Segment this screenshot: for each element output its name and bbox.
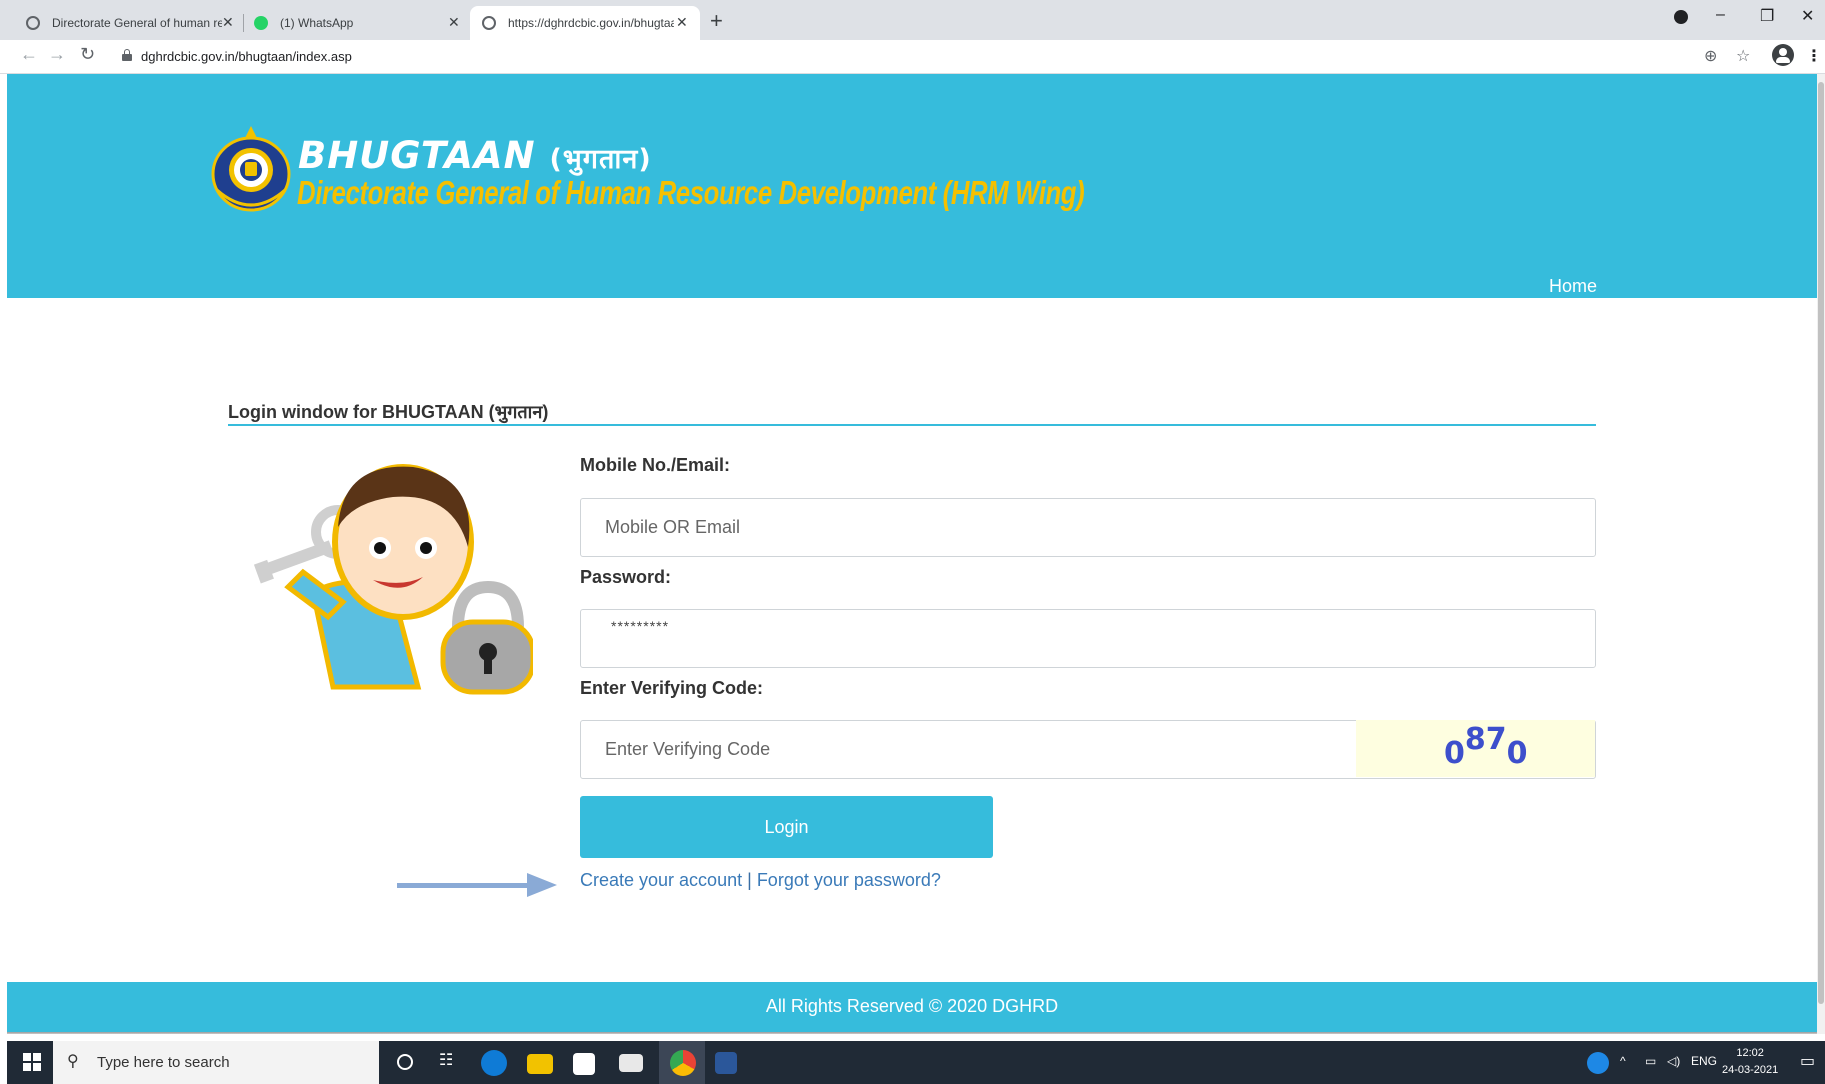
globe-icon xyxy=(26,16,40,30)
profile-icon[interactable] xyxy=(1772,44,1794,66)
globe-icon xyxy=(482,16,496,30)
forward-icon[interactable]: → xyxy=(48,44,66,65)
captcha-digit: 0 xyxy=(1506,736,1528,771)
account-links: Create your account | Forgot your passwo… xyxy=(580,870,941,891)
tab-whatsapp[interactable]: (1) WhatsApp ✕ xyxy=(254,6,464,40)
browser-tab-strip: Directorate General of human re ✕ (1) Wh… xyxy=(0,0,1825,40)
brand-title-text: BHUGTAAN xyxy=(298,134,536,177)
chevron-up-icon[interactable]: ^ xyxy=(1620,1054,1626,1068)
close-icon[interactable]: ✕ xyxy=(676,14,688,31)
brand-subtitle: Directorate General of Human Resource De… xyxy=(297,174,1085,211)
restore-button[interactable]: ❐ xyxy=(1760,6,1774,26)
password-input[interactable] xyxy=(580,609,1596,668)
file-explorer-icon[interactable] xyxy=(527,1054,553,1074)
verifying-code-label: Enter Verifying Code: xyxy=(580,678,764,698)
scrollbar-thumb[interactable] xyxy=(1818,82,1824,1004)
clock-time: 12:02 xyxy=(1736,1047,1764,1059)
lock-icon[interactable] xyxy=(122,49,132,61)
nav-home-link[interactable]: Home xyxy=(1549,276,1597,297)
tab-title: https://dghrdcbic.gov.in/bhugtaa xyxy=(508,16,674,30)
page-scrollbar[interactable] xyxy=(1817,74,1825,1034)
web-page: BHUGTAAN (भुगतान) Directorate General of… xyxy=(7,74,1817,1034)
footer-shadow xyxy=(7,1032,1817,1034)
window-close-button[interactable]: ✕ xyxy=(1801,6,1814,26)
captcha-image: 0870 xyxy=(1444,722,1528,771)
taskbar-search[interactable]: ⚲ Type here to search xyxy=(53,1041,379,1084)
emblem-logo xyxy=(211,126,291,212)
mobile-label: Mobile No./Email: xyxy=(580,455,731,475)
windows-start-icon[interactable] xyxy=(23,1053,41,1071)
volume-icon[interactable]: ◁) xyxy=(1667,1054,1680,1068)
footer-copyright: All Rights Reserved © 2020 DGHRD xyxy=(765,996,1059,1016)
language-indicator[interactable]: ENG xyxy=(1691,1054,1717,1068)
password-value: ********* xyxy=(611,618,670,634)
captcha-digit: 0 xyxy=(1444,736,1465,771)
link-separator: | xyxy=(747,870,752,890)
brand-title-hindi: (भुगतान) xyxy=(549,144,652,175)
forgot-password-link[interactable]: Forgot your password? xyxy=(757,870,941,890)
minimize-button[interactable]: – xyxy=(1716,6,1725,24)
media-icon[interactable] xyxy=(1674,10,1688,24)
back-icon[interactable]: ← xyxy=(20,44,38,65)
create-account-link[interactable]: Create your account xyxy=(580,870,742,890)
new-tab-button[interactable]: + xyxy=(710,8,723,34)
network-icon[interactable]: ▭ xyxy=(1645,1054,1656,1068)
edge-icon[interactable] xyxy=(481,1050,507,1076)
close-icon[interactable]: ✕ xyxy=(222,14,234,31)
address-bar[interactable]: dghrdcbic.gov.in/bhugtaan/index.asp xyxy=(141,49,352,64)
login-button[interactable]: Login xyxy=(580,796,993,858)
menu-icon[interactable]: ⋮ xyxy=(1806,46,1822,66)
reload-icon[interactable]: ↻ xyxy=(80,44,95,65)
notification-icon[interactable]: ▭ xyxy=(1800,1051,1815,1071)
password-label: Password: xyxy=(580,567,672,587)
site-header: BHUGTAAN (भुगतान) Directorate General of… xyxy=(7,74,1817,298)
search-icon: ⚲ xyxy=(67,1053,79,1070)
taskbar-clock[interactable]: 12:02 24-03-2021 xyxy=(1722,1045,1778,1079)
tab-title: (1) WhatsApp xyxy=(280,16,354,30)
mascot-key-lock-illustration xyxy=(253,464,533,695)
clock-date: 24-03-2021 xyxy=(1722,1064,1779,1076)
heading-divider xyxy=(228,424,1596,426)
cortana-icon[interactable] xyxy=(397,1054,413,1070)
mail-icon[interactable] xyxy=(619,1054,643,1072)
close-icon[interactable]: ✕ xyxy=(448,14,460,31)
mobile-email-input[interactable] xyxy=(580,498,1596,557)
tab-dghrd[interactable]: Directorate General of human re ✕ xyxy=(26,6,241,40)
store-icon[interactable] xyxy=(573,1053,595,1075)
star-icon[interactable]: ☆ xyxy=(1736,46,1750,66)
login-heading: Login window for BHUGTAAN (भुगतान) xyxy=(228,402,549,422)
arrow-pointer-icon xyxy=(397,873,557,897)
site-footer: All Rights Reserved © 2020 DGHRD xyxy=(7,982,1817,1032)
windows-taskbar: ⚲ Type here to search ☷ ^ ▭ ◁) ENG 12:02… xyxy=(7,1041,1825,1084)
browser-toolbar: ← → ↻ dghrdcbic.gov.in/bhugtaan/index.as… xyxy=(0,40,1825,74)
word-icon[interactable] xyxy=(715,1052,737,1074)
tab-separator xyxy=(243,14,244,32)
task-view-icon[interactable]: ☷ xyxy=(439,1050,465,1076)
taskbar-search-placeholder: Type here to search xyxy=(97,1054,230,1071)
help-icon[interactable] xyxy=(1587,1052,1609,1074)
captcha-digit: 87 xyxy=(1464,722,1507,757)
chrome-icon[interactable] xyxy=(670,1050,696,1076)
tab-title: Directorate General of human re xyxy=(52,16,222,30)
tab-bhugtaan[interactable]: https://dghrdcbic.gov.in/bhugtaa ✕ xyxy=(470,6,700,40)
brand-title: BHUGTAAN (भुगतान) xyxy=(298,134,652,177)
whatsapp-icon xyxy=(254,16,268,30)
zoom-icon[interactable]: ⊕ xyxy=(1704,46,1717,66)
